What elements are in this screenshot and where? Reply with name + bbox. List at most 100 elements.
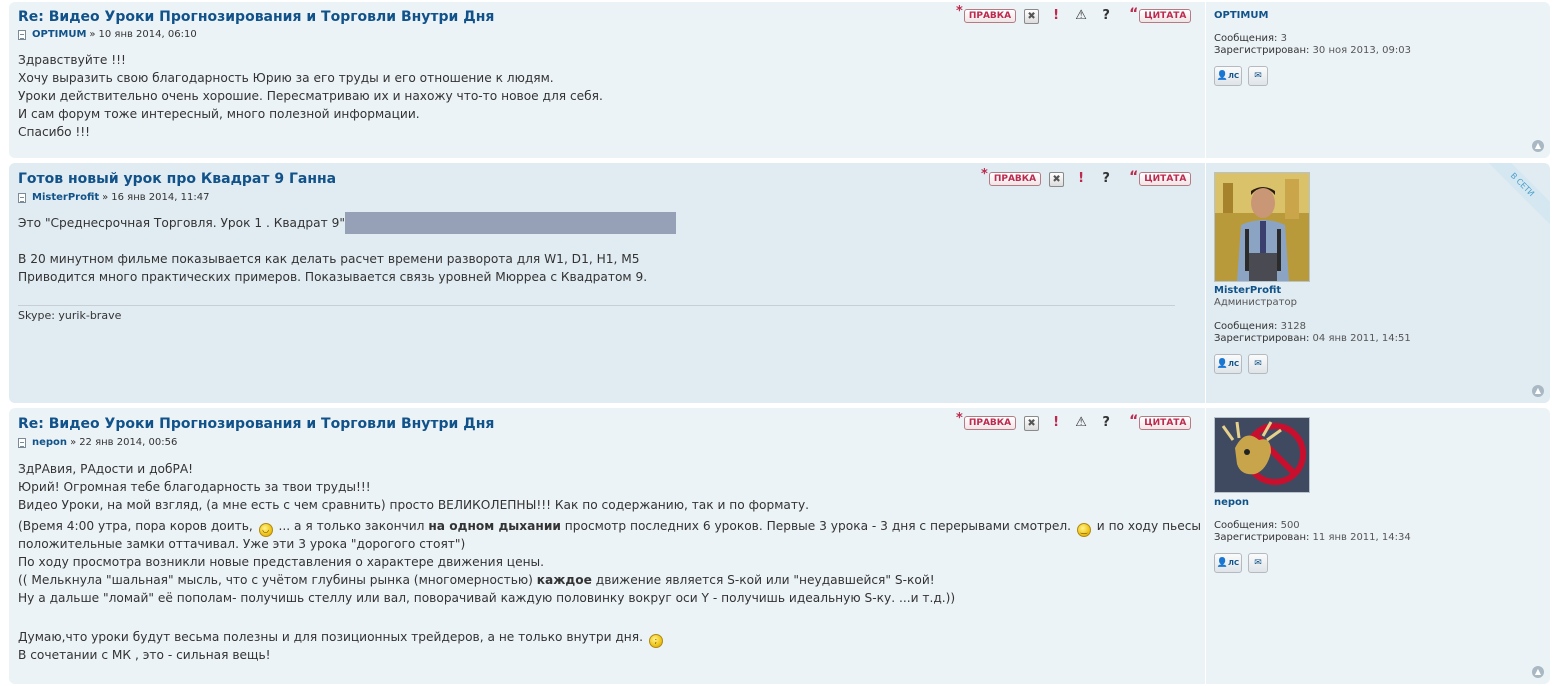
quote-button[interactable]: “ ЦИТАТА [1129, 413, 1192, 430]
edit-button[interactable]: ПРАВКА [988, 172, 1042, 186]
reg-date: 30 ноя 2013, 09:03 [1312, 45, 1411, 56]
profile-registered: Зарегистрирован: 30 ноя 2013, 09:03 [1214, 45, 1411, 57]
post-line: В сочетании с МК , это - сильная вещь! [18, 648, 271, 662]
post-text: движение является S-кой или "неудавшейся… [595, 573, 935, 587]
post-text: ... а я только закончил [278, 519, 425, 533]
edit-star-icon: * [956, 411, 963, 426]
post-line: положительные замки оттачивал. Уже эти 3… [18, 537, 466, 551]
post-date: 16 янв 2014, 11:47 [111, 192, 210, 203]
post-line: Уроки действительно очень хорошие. Перес… [18, 89, 603, 103]
reg-label: Зарегистрирован: [1214, 333, 1310, 344]
profile-username[interactable]: nepon [1214, 497, 1249, 508]
edit-button[interactable]: ПРАВКА [963, 416, 1017, 430]
avatar-image [1215, 418, 1309, 492]
pm-button[interactable]: 👤 ЛС [1214, 66, 1242, 86]
post-line: (( Мелькнула "шальная" мысль, что с учёт… [18, 571, 1201, 589]
envelope-icon: ✉ [1254, 359, 1262, 369]
profile-rank: Администратор [1214, 297, 1297, 308]
post-profile: OPTIMUM Сообщения: 3 Зарегистрирован: 30… [1205, 2, 1411, 158]
post-meta: OPTIMUM » 10 янв 2014, 06:10 [18, 29, 197, 40]
signature-divider [18, 305, 1175, 306]
redacted-link[interactable] [344, 212, 676, 234]
post-content: Это "Среднесрочная Торговля. Урок 1 . Кв… [18, 212, 676, 286]
email-button[interactable]: ✉ [1248, 354, 1268, 374]
post-bold-text: на одном дыхании [428, 519, 561, 533]
posts-label: Сообщения: [1214, 321, 1278, 332]
report-icon[interactable]: ! [1048, 415, 1064, 431]
pm-label: ЛС [1228, 559, 1240, 567]
post-author-link[interactable]: MisterProfit [32, 192, 99, 203]
reg-label: Зарегистрирован: [1214, 45, 1310, 56]
posts-label: Сообщения: [1214, 33, 1278, 44]
pm-button[interactable]: 👤 ЛС [1214, 553, 1242, 573]
post-profile: MisterProfit Администратор Сообщения: 31… [1205, 163, 1411, 403]
avatar-image [1215, 173, 1309, 281]
profile-posts: Сообщения: 500 [1214, 520, 1300, 532]
post-line: По ходу просмотра возникли новые предста… [18, 555, 545, 569]
post-line: Думаю,что уроки будут весьма полезны и д… [18, 628, 1201, 648]
user-icon: 👤 [1216, 359, 1229, 369]
user-avatar[interactable] [1214, 417, 1310, 493]
profile-posts: Сообщения: 3128 [1214, 321, 1306, 333]
post-title[interactable]: Готов новый урок про Квадрат 9 Ганна [18, 171, 336, 187]
post-text: (( Мелькнула "шальная" мысль, что с учёт… [18, 573, 533, 587]
post-author-link[interactable]: nepon [32, 437, 67, 448]
warning-icon[interactable]: ⚠ [1073, 8, 1089, 24]
quote-button[interactable]: “ ЦИТАТА [1129, 7, 1192, 23]
post-text: и по ходу пьесы [1096, 519, 1202, 533]
post-line: Спасибо !!! [18, 125, 91, 139]
delete-icon[interactable]: ✖ [1024, 8, 1040, 24]
meta-separator: » [102, 192, 109, 203]
post-icon[interactable] [18, 437, 26, 448]
post-line: В 20 минутном фильме показывается как де… [18, 252, 640, 266]
post-icon[interactable] [18, 29, 26, 40]
forum-post: Re: Видео Уроки Прогнозирования и Торгов… [9, 2, 1550, 158]
info-icon[interactable]: ? [1098, 8, 1114, 24]
post-buttons: * ПРАВКА ✖ ! ⚠ ? “ ЦИТАТА [956, 5, 1192, 24]
post-icon[interactable] [18, 192, 26, 203]
delete-icon[interactable]: ✖ [1024, 415, 1040, 431]
quote-button[interactable]: “ ЦИТАТА [1129, 170, 1192, 186]
warning-icon[interactable]: ⚠ [1073, 415, 1089, 431]
edit-button[interactable]: ПРАВКА [963, 9, 1017, 23]
forum-post: Готов новый урок про Квадрат 9 Ганна Mis… [9, 163, 1550, 403]
quote-button-label: ЦИТАТА [1139, 9, 1192, 23]
post-blank-line [18, 232, 676, 250]
post-text: Думаю,что уроки будут весьма полезны и д… [18, 630, 643, 644]
posts-count: 500 [1280, 520, 1300, 531]
post-content: Здравствуйте !!! Хочу выразить свою благ… [18, 51, 603, 141]
post-title[interactable]: Re: Видео Уроки Прогнозирования и Торгов… [18, 416, 494, 432]
pm-button[interactable]: 👤 ЛС [1214, 354, 1242, 374]
email-button[interactable]: ✉ [1248, 66, 1268, 86]
profile-username[interactable]: OPTIMUM [1214, 10, 1268, 21]
back-to-top-icon[interactable]: ▲ [1532, 666, 1544, 678]
quote-mark-icon: “ [1129, 413, 1139, 429]
post-line: ЗдРАвия, РАдости и добРА! [18, 462, 194, 476]
back-to-top-icon[interactable]: ▲ [1532, 385, 1544, 397]
wink-smiley-icon: ; [648, 634, 663, 648]
post-line: Здравствуйте !!! [18, 53, 126, 67]
reg-date: 11 янв 2011, 14:34 [1312, 532, 1411, 543]
envelope-icon: ✉ [1254, 71, 1262, 81]
info-icon[interactable]: ? [1098, 171, 1114, 187]
report-icon[interactable]: ! [1048, 8, 1064, 24]
info-icon[interactable]: ? [1098, 415, 1114, 431]
report-icon[interactable]: ! [1073, 171, 1089, 187]
delete-icon[interactable]: ✖ [1049, 171, 1065, 187]
post-author-link[interactable]: OPTIMUM [32, 29, 86, 40]
profile-username[interactable]: MisterProfit [1214, 285, 1281, 296]
post-date: 22 янв 2014, 00:56 [79, 437, 178, 448]
profile-contact: 👤 ЛС ✉ [1214, 553, 1268, 573]
post-signature: Skype: yurik-brave [18, 309, 122, 322]
reg-label: Зарегистрирован: [1214, 532, 1310, 543]
reg-date: 04 янв 2011, 14:51 [1312, 333, 1411, 344]
post-meta: MisterProfit » 16 янв 2014, 11:47 [18, 192, 209, 203]
posts-count: 3 [1280, 33, 1287, 44]
user-avatar[interactable] [1214, 172, 1310, 282]
back-to-top-icon[interactable]: ▲ [1532, 140, 1544, 152]
forum-post: Re: Видео Уроки Прогнозирования и Торгов… [9, 408, 1550, 684]
email-button[interactable]: ✉ [1248, 553, 1268, 573]
user-icon: 👤 [1216, 558, 1229, 568]
post-text: (Время 4:00 утра, пора коров доить, [18, 519, 253, 533]
post-title[interactable]: Re: Видео Уроки Прогнозирования и Торгов… [18, 9, 494, 25]
